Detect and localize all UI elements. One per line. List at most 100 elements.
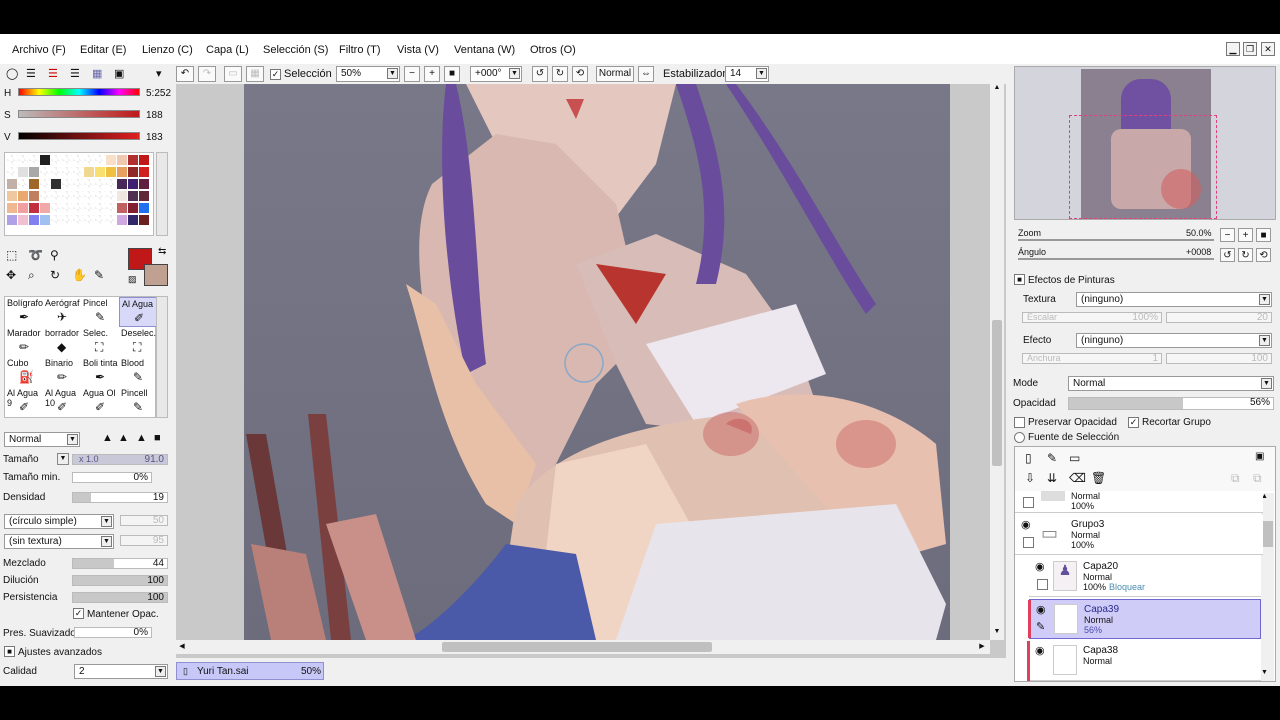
eye-icon[interactable]: ◉: [1035, 644, 1045, 657]
soft-edge-icon[interactable]: ▲: [136, 432, 147, 444]
magic-wand-icon[interactable]: ⚲: [50, 248, 59, 262]
color-swatch[interactable]: [128, 167, 138, 177]
redo-icon[interactable]: ↷: [198, 66, 216, 82]
color-swatch[interactable]: [95, 191, 105, 201]
menu-vista[interactable]: Vista (V): [397, 44, 439, 56]
color-swatch[interactable]: [95, 167, 105, 177]
layer-row-capa38[interactable]: ◉ Capa38 Normal: [1027, 641, 1261, 681]
dilucion-slider[interactable]: 100: [72, 575, 168, 586]
nav-rotate-reset-icon[interactable]: ⟲: [1256, 248, 1271, 262]
densidad-slider[interactable]: 19: [72, 492, 168, 503]
anchura-slider[interactable]: Anchura 1: [1022, 353, 1162, 364]
color-swatch[interactable]: [95, 203, 105, 213]
color-swatch[interactable]: [106, 215, 116, 225]
color-swatch[interactable]: [7, 191, 17, 201]
lasso-icon[interactable]: ➰: [28, 248, 43, 262]
color-swatch[interactable]: [40, 155, 50, 165]
color-swatch[interactable]: [62, 179, 72, 189]
transparent-color-icon[interactable]: ▨: [128, 274, 137, 285]
color-swatch[interactable]: [29, 155, 39, 165]
color-swatch[interactable]: [106, 167, 116, 177]
brush-marker[interactable]: Marador ✏: [5, 327, 43, 357]
brush-watercolor[interactable]: Al Agua 10 ✐: [43, 387, 81, 417]
color-swatch[interactable]: [40, 191, 50, 201]
menu-lienzo[interactable]: Lienzo (C): [142, 44, 193, 56]
brush-deselect[interactable]: Deselec. ⛶: [119, 327, 157, 357]
persistencia-slider[interactable]: 100: [72, 592, 168, 603]
move-icon[interactable]: ✥: [6, 268, 16, 282]
color-swatch[interactable]: [139, 215, 149, 225]
nav-zoom-in-icon[interactable]: +: [1238, 228, 1253, 242]
new-folder-icon[interactable]: ▭: [1069, 451, 1080, 465]
color-swatch[interactable]: [73, 203, 83, 213]
effects-toggle-icon[interactable]: ■: [1014, 274, 1025, 285]
zoom-out-icon[interactable]: −: [404, 66, 420, 82]
brush-eraser[interactable]: borrador ◆: [43, 327, 81, 357]
vertical-scroll-thumb[interactable]: [992, 320, 1002, 466]
canvas-area[interactable]: ▲ ▼ ◀ ▶: [176, 84, 1006, 676]
swatches-icon[interactable]: ▦: [92, 67, 102, 80]
layer-row-grupo3[interactable]: ◉ ▭ Grupo3 Normal 100%: [1015, 515, 1263, 555]
flat-edge-icon[interactable]: ■: [154, 432, 161, 444]
tamano-dropdown[interactable]: ▼: [57, 453, 69, 465]
brush-blend-select[interactable]: Normal ▼: [4, 432, 80, 447]
color-swatch[interactable]: [95, 179, 105, 189]
color-swatch[interactable]: [84, 191, 94, 201]
clip-layer-icon[interactable]: ⧉: [1253, 471, 1262, 486]
new-vector-layer-icon[interactable]: ✎: [1047, 451, 1057, 465]
color-swatch[interactable]: [18, 167, 28, 177]
rotate-right-icon[interactable]: ↻: [552, 66, 568, 82]
zoom-icon[interactable]: ⌕: [28, 268, 35, 283]
navigator-viewport[interactable]: [1069, 115, 1217, 219]
brush-airbrush[interactable]: Aerógraf ✈: [43, 297, 81, 327]
color-swatch[interactable]: [51, 215, 61, 225]
rotate-icon[interactable]: ↻: [50, 268, 60, 282]
scratchpad-icon[interactable]: ▣: [114, 67, 124, 80]
brush-ink-pen[interactable]: Boli tinta ✒: [81, 357, 119, 387]
tamano-slider[interactable]: x 1.0 91.0: [72, 454, 168, 465]
color-swatch[interactable]: [62, 155, 72, 165]
horizontal-scrollbar[interactable]: ◀ ▶: [176, 640, 990, 654]
brush-watercolor[interactable]: Al Agua ✐: [119, 297, 157, 327]
color-swatch[interactable]: [117, 191, 127, 201]
menu-ventana[interactable]: Ventana (W): [454, 44, 515, 56]
hand-icon[interactable]: ✋: [72, 268, 87, 282]
hue-slider[interactable]: [18, 88, 140, 96]
color-swatch[interactable]: [117, 155, 127, 165]
brush-shape-select[interactable]: (círculo simple) ▼: [4, 514, 114, 529]
estabilizador-select[interactable]: 14 ▼: [725, 66, 769, 82]
zoom-slider[interactable]: [1018, 239, 1214, 241]
layer-panel-menu-icon[interactable]: ▣: [1255, 451, 1264, 462]
scroll-right-icon[interactable]: ▶: [976, 640, 988, 654]
brush-binary[interactable]: Binario ✏: [43, 357, 81, 387]
escalar-slider[interactable]: Escalar 100%: [1022, 312, 1162, 323]
color-swatch[interactable]: [51, 179, 61, 189]
scroll-up-icon[interactable]: ▲: [990, 84, 1004, 96]
brush-blood[interactable]: Blood ✎: [119, 357, 157, 387]
brush-grid-scrollbar[interactable]: [156, 296, 168, 418]
minimize-icon[interactable]: ▁: [1226, 42, 1240, 56]
layer-row-capa20[interactable]: ◉ ♟ Capa20 Normal 100% Bloquear: [1029, 557, 1261, 597]
transfer-down-icon[interactable]: ⇩: [1025, 471, 1035, 485]
color-swatch[interactable]: [62, 215, 72, 225]
flip-icon[interactable]: ⇔: [638, 66, 654, 82]
deselect-icon[interactable]: ▭: [224, 66, 242, 82]
invert-selection-icon[interactable]: ▦: [246, 66, 264, 82]
color-swatch[interactable]: [95, 215, 105, 225]
color-swatch[interactable]: [128, 191, 138, 201]
medium-edge-icon[interactable]: ▲: [118, 432, 129, 444]
rotate-reset-icon[interactable]: ⟲: [572, 66, 588, 82]
color-swatch[interactable]: [95, 155, 105, 165]
eye-icon[interactable]: ◉: [1035, 560, 1045, 573]
color-swatch[interactable]: [139, 191, 149, 201]
color-swatch[interactable]: [128, 155, 138, 165]
color-swatch[interactable]: [40, 215, 50, 225]
hard-edge-icon[interactable]: ▲: [102, 432, 113, 444]
color-swatch[interactable]: [62, 167, 72, 177]
color-swatch[interactable]: [84, 215, 94, 225]
eye-icon[interactable]: ◉: [1021, 518, 1031, 531]
mezclado-slider[interactable]: 44: [72, 558, 168, 569]
brush-brush[interactable]: Pincell ✎: [119, 387, 157, 417]
color-swatch[interactable]: [18, 191, 28, 201]
color-swatch[interactable]: [7, 155, 17, 165]
